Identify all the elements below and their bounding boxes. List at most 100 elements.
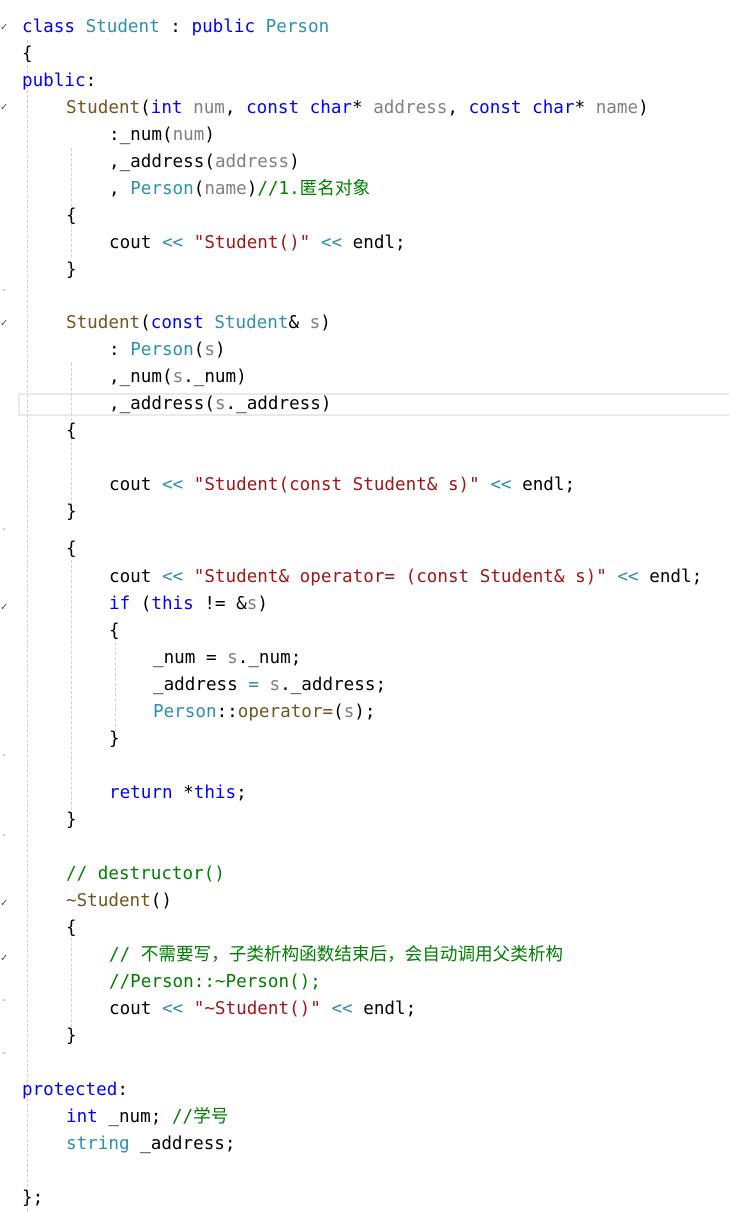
code-token: num [172,125,205,145]
code-token: }; [22,1188,44,1208]
code-token: _address [236,394,321,414]
code-line[interactable]: if (this != &s) [109,591,268,618]
code-line[interactable]: Student(const Student& s) [66,310,331,337]
code-token: s [309,313,321,333]
code-token: << [161,999,184,1019]
code-token: = [195,648,228,668]
code-line[interactable]: int _num; //学号 [66,1104,228,1131]
code-line[interactable]: } [66,257,77,284]
code-line[interactable]: cout << "~Student()" << endl; [109,996,416,1023]
code-token: "Student()" [193,233,311,253]
code-line[interactable]: ,_num(s._num) [109,364,247,391]
code-token: Student [66,313,141,333]
code-token: { [66,206,77,226]
code-token: : [85,71,97,91]
code-token: << [490,475,512,495]
code-line[interactable]: ~Student() [66,888,172,915]
code-line[interactable]: } [66,1023,77,1050]
code-line[interactable]: , Person(name)//1.匿名对象 [109,176,370,203]
fold-end-marker-icon: - [0,283,8,296]
code-token: s [204,340,215,360]
code-line[interactable]: { [109,618,120,645]
code-token: _address [119,152,205,172]
fold-end-marker-icon: - [0,828,8,841]
code-line[interactable]: Student(int num, const char* address, co… [66,95,649,122]
code-token: Person [130,340,194,360]
code-token: "Student& operator= (const Student& s)" [193,567,607,587]
code-token: ( [204,152,215,172]
code-token: , [109,394,120,414]
code-line[interactable]: cout << "Student(const Student& s)" << e… [109,472,575,499]
code-line[interactable]: ,_address(address) [109,149,300,176]
code-token: Person [130,179,194,199]
code-line[interactable]: ,_address(s._address) [109,391,331,418]
indent-guide [71,560,72,820]
code-line[interactable]: } [109,726,120,753]
code-line[interactable]: cout << "Student()" << endl; [109,230,406,257]
code-token: ( [204,394,215,414]
code-line[interactable]: : Person(s) [109,337,226,364]
code-token: _address [290,675,376,695]
code-token: _address [153,675,238,695]
fold-toggle-icon[interactable]: ✓ [0,601,8,612]
fold-toggle-icon[interactable]: ✓ [0,317,8,328]
code-token: const [150,313,204,333]
code-line[interactable]: return *this; [109,780,247,807]
code-line[interactable]: Person::operator=(s); [153,699,375,726]
code-line[interactable]: } [66,499,77,526]
code-token: this [151,594,194,614]
code-line[interactable]: // destructor() [66,861,225,888]
code-line[interactable]: _num = s._num; [153,645,301,672]
code-token: . [183,367,194,387]
code-token: s [343,702,355,722]
fold-toggle-icon[interactable]: ✓ [0,101,8,112]
code-token: public [191,17,256,37]
code-line[interactable]: class Student : public Person [22,14,329,41]
code-token: . [237,648,249,668]
indent-guide [27,40,28,1212]
code-line[interactable]: { [22,41,33,68]
fold-toggle-icon[interactable]: ✓ [0,21,8,32]
code-token: "Student(const Student& s)" [193,475,480,495]
code-editor[interactable]: ✓ ✓ - ✓ - ✓ - - ✓ ✓ - - class Student : public Pers… [0,0,729,1212]
code-line[interactable]: public: [22,68,96,95]
code-line[interactable]: _address = s._address; [153,672,386,699]
fold-toggle-icon[interactable]: ✓ [0,952,8,963]
code-token: operator= [237,702,334,722]
code-token: Student [85,17,160,37]
code-line[interactable]: { [66,418,77,445]
code-line[interactable]: //Person::~Person(); [109,969,321,996]
code-token: << [320,233,343,253]
code-line[interactable]: { [66,203,77,230]
code-line[interactable]: protected: [22,1077,128,1104]
fold-toggle-icon[interactable]: ✓ [0,897,8,908]
code-token: () [150,891,172,911]
code-line[interactable]: string _address; [66,1131,236,1158]
code-token: endl; [638,567,703,587]
code-token: // destructor() [66,864,225,884]
code-token: ; [375,675,387,695]
code-token: : [109,125,120,145]
code-line[interactable]: // 不需要写，子类析构函数结束后，会自动调用父类析构 [109,942,563,969]
code-token: name [595,98,639,118]
code-token: string [66,1134,130,1154]
code-token: ) [214,340,226,360]
code-token: :: [216,702,238,722]
code-line[interactable]: { [66,536,77,563]
code-line[interactable]: } [66,807,77,834]
code-token: address [214,152,290,172]
code-token: != & [193,594,247,614]
code-line[interactable]: :_num(num) [109,122,215,149]
code-token: { [22,44,33,64]
code-line[interactable]: }; [22,1185,43,1212]
code-line[interactable]: { [66,915,77,942]
code-line[interactable]: cout << "Student& operator= (const Stude… [109,564,702,591]
